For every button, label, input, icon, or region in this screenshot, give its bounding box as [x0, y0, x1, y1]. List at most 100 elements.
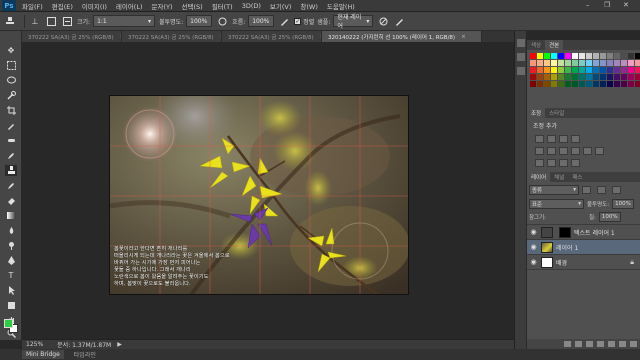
color-swatch[interactable] — [565, 53, 571, 59]
color-swatch[interactable] — [628, 81, 634, 87]
size-select[interactable]: 1:1 ▾ — [93, 15, 156, 27]
eyedropper-icon[interactable] — [5, 120, 17, 131]
color-swatch[interactable] — [544, 53, 550, 59]
color-swatch[interactable] — [607, 60, 613, 66]
info-panel-icon[interactable] — [517, 67, 525, 75]
menu-edit[interactable]: 편집(E) — [52, 1, 73, 11]
add-mask-icon[interactable] — [586, 341, 593, 347]
color-swatch[interactable] — [600, 81, 606, 87]
color-swatch[interactable] — [593, 53, 599, 59]
menu-image[interactable]: 이미지(I) — [82, 1, 107, 11]
curves-icon[interactable] — [559, 135, 568, 143]
quick-select-icon[interactable] — [5, 90, 17, 101]
clone-stamp-tool-icon[interactable] — [5, 165, 17, 176]
layer-name[interactable]: 텍스트 레이어 1 — [574, 228, 615, 237]
crop-tool-icon[interactable] — [5, 105, 17, 116]
gradient-map-icon[interactable] — [571, 159, 580, 167]
color-swatch[interactable] — [551, 53, 557, 59]
color-swatch[interactable] — [565, 81, 571, 87]
color-swatch[interactable] — [621, 81, 627, 87]
color-swatch[interactable] — [530, 60, 536, 66]
color-swatch[interactable] — [600, 53, 606, 59]
color-swatch[interactable] — [579, 74, 585, 80]
restore-button[interactable]: ❐ — [604, 1, 610, 9]
exposure-icon[interactable] — [571, 135, 580, 143]
color-swatch[interactable] — [600, 74, 606, 80]
blur-tool-icon[interactable] — [5, 225, 17, 236]
threshold-icon[interactable] — [559, 159, 568, 167]
color-swatch[interactable] — [579, 53, 585, 59]
document-tab-active[interactable]: 320140222 (가지런히 선 100% (레이어 1, RGB/8) × — [322, 31, 482, 42]
clone-stamp-icon[interactable] — [4, 15, 16, 27]
eraser-tool-icon[interactable] — [5, 195, 17, 206]
tab-adjustments[interactable]: 조정 — [527, 108, 546, 118]
posterize-icon[interactable] — [547, 159, 556, 167]
color-swatch[interactable] — [621, 53, 627, 59]
color-swatch[interactable] — [572, 60, 578, 66]
tab-channels[interactable]: 채널 — [550, 172, 568, 182]
type-tool-icon[interactable]: T — [5, 270, 17, 281]
menu-file[interactable]: 파일(F) — [22, 1, 43, 11]
properties-panel-icon[interactable] — [517, 53, 525, 61]
black-white-icon[interactable] — [571, 147, 580, 155]
filter-pixel-icon[interactable] — [582, 186, 591, 194]
color-swatch[interactable] — [551, 74, 557, 80]
color-swatch[interactable] — [530, 67, 536, 73]
foreground-color-swatch[interactable] — [4, 319, 13, 328]
color-swatch[interactable] — [572, 74, 578, 80]
color-swatch[interactable] — [572, 81, 578, 87]
path-select-icon[interactable] — [5, 285, 17, 296]
menu-view[interactable]: 보기(V) — [270, 1, 291, 11]
minimize-button[interactable]: – — [586, 1, 590, 9]
eye-icon[interactable]: ◉ — [529, 243, 538, 251]
tab-swatches[interactable]: 견본 — [545, 40, 564, 50]
marquee-tool-icon[interactable] — [5, 60, 17, 71]
color-swatch[interactable] — [565, 74, 571, 80]
new-adjustment-icon[interactable] — [597, 341, 604, 347]
color-swatch[interactable] — [544, 81, 550, 87]
levels-icon[interactable] — [547, 135, 556, 143]
color-swatch[interactable] — [635, 60, 640, 66]
lasso-tool-icon[interactable] — [5, 75, 17, 86]
color-swatch[interactable] — [593, 60, 599, 66]
color-swatch[interactable] — [614, 81, 620, 87]
color-swatch[interactable] — [607, 81, 613, 87]
color-swatch[interactable] — [586, 74, 592, 80]
close-window-button[interactable]: ✕ — [623, 1, 629, 9]
align-checkbox[interactable]: ✓ — [294, 17, 302, 25]
tab-paths[interactable]: 패스 — [568, 172, 586, 182]
color-swatch[interactable] — [593, 81, 599, 87]
layer-kind-select[interactable]: 종류 ▾ — [529, 185, 579, 195]
tab-layers[interactable]: 레이어 — [527, 172, 551, 182]
invert-icon[interactable] — [535, 159, 544, 167]
clone-source-icon[interactable] — [61, 15, 73, 27]
menu-layer[interactable]: 레이어(L) — [116, 1, 143, 11]
color-swatch[interactable] — [586, 67, 592, 73]
color-swatch[interactable] — [537, 53, 543, 59]
color-swatch[interactable] — [593, 74, 599, 80]
color-swatch[interactable] — [565, 60, 571, 66]
flow-field[interactable]: 100% — [248, 15, 275, 27]
new-layer-icon[interactable] — [619, 341, 626, 347]
tab-styles[interactable]: 스타일 — [545, 108, 568, 118]
color-swatch[interactable] — [579, 60, 585, 66]
zoom-level[interactable]: 125% — [26, 341, 43, 348]
color-swatch[interactable] — [600, 67, 606, 73]
color-swatch[interactable] — [558, 60, 564, 66]
brush-preset-icon[interactable]: ⊥ — [29, 15, 41, 27]
sample-select[interactable]: 현재 레이어 ▾ — [333, 14, 374, 30]
menu-help[interactable]: 도움말(H) — [327, 1, 355, 11]
airbrush-icon[interactable] — [278, 15, 290, 27]
color-swatch[interactable] — [635, 67, 640, 73]
trash-icon[interactable] — [630, 341, 637, 347]
blend-mode-select[interactable]: 표준 ▾ — [529, 199, 584, 209]
tab-timeline[interactable]: 타임라인 — [74, 350, 96, 359]
photo-filter-icon[interactable] — [583, 147, 592, 155]
filter-adjust-icon[interactable] — [597, 186, 606, 194]
close-icon[interactable]: × — [461, 34, 466, 40]
color-swatch[interactable] — [530, 81, 536, 87]
color-swatch[interactable] — [558, 67, 564, 73]
pen-tool-icon[interactable] — [5, 255, 17, 266]
document-tab[interactable]: 370222 SA(A3) 금 25% (RGB/8)× — [22, 31, 122, 42]
color-swatch[interactable] — [621, 74, 627, 80]
